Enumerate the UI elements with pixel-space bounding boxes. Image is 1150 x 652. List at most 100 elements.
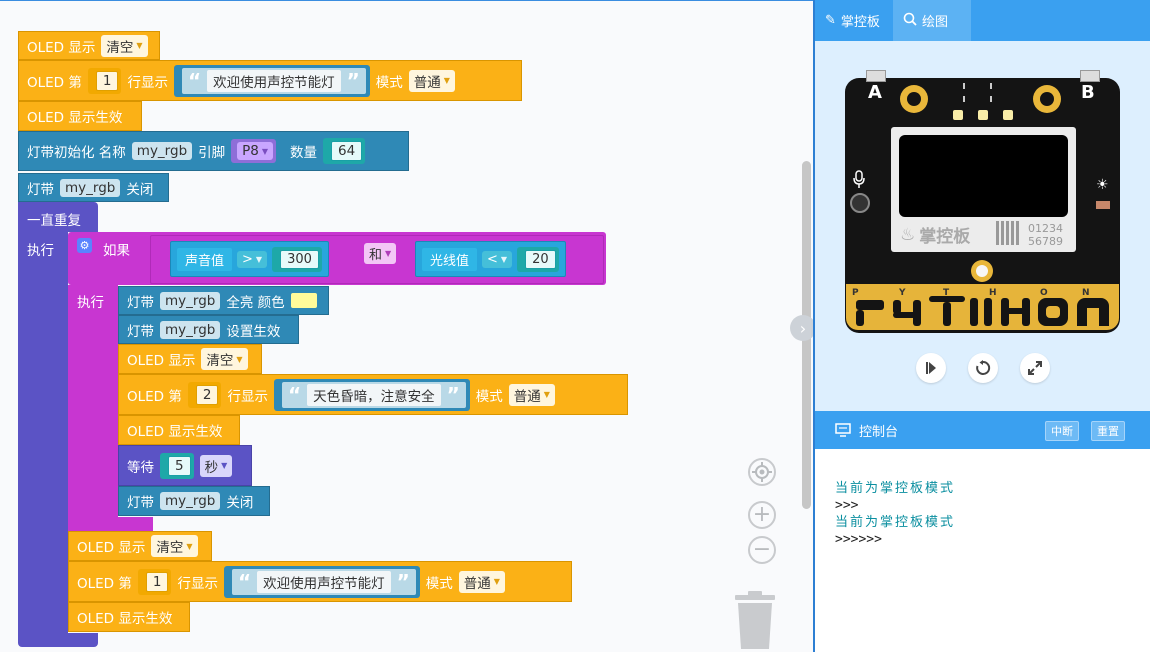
block-label: 模式	[375, 74, 403, 91]
oled-apply-block[interactable]: OLED 显示生效	[118, 415, 240, 445]
recenter-icon[interactable]	[748, 458, 776, 486]
play-button[interactable]	[916, 353, 946, 383]
forever-label: 一直重复	[27, 213, 81, 229]
clear-dropdown[interactable]: 清空 ▼	[201, 348, 248, 370]
strip-init-block[interactable]: 灯带初始化 名称 my_rgb 引脚 P8 ▼ 数量 64	[18, 131, 409, 171]
if-label: 如果	[103, 243, 130, 259]
qr-icon	[996, 221, 1020, 245]
time-unit-dropdown[interactable]: 秒 ▼	[199, 454, 233, 477]
microphone-sensor	[850, 193, 870, 213]
block-label: OLED 显示	[27, 39, 96, 56]
console-icon	[835, 423, 851, 437]
light-threshold-field[interactable]: 20	[525, 249, 556, 269]
board-serial: 01234 56789	[1028, 222, 1063, 248]
button-a-housing	[866, 70, 886, 82]
button-b-housing	[1080, 70, 1100, 82]
button-a[interactable]: A	[868, 82, 882, 103]
restart-button[interactable]	[968, 353, 998, 383]
touch-pad-right[interactable]	[1033, 85, 1061, 113]
console-line: 当前为掌控板模式	[835, 481, 956, 496]
pin-dropdown[interactable]: P8 ▼	[237, 142, 274, 160]
compare-operator-dropdown[interactable]: < ▼	[482, 250, 513, 268]
text-string-block[interactable]: “ 欢迎使用声控节能灯 ”	[181, 67, 366, 94]
wait-block[interactable]: 等待 5 秒 ▼	[118, 445, 252, 486]
row-number-field[interactable]: 2	[195, 384, 219, 405]
if-block-body	[68, 285, 118, 531]
strip-apply-block[interactable]: 灯带 my_rgb 设置生效	[118, 315, 299, 344]
reset-button[interactable]	[976, 265, 988, 277]
python-letter: O	[1040, 288, 1048, 298]
trash-icon[interactable]	[735, 591, 775, 651]
rgb-led	[953, 110, 963, 120]
forever-loop-body	[18, 232, 68, 637]
light-compare-block[interactable]: 光线值 < ▼ 20	[415, 241, 566, 277]
python-letter: T	[943, 288, 950, 298]
reset-console-button[interactable]: 重置	[1091, 421, 1125, 441]
search-icon	[903, 12, 917, 30]
text-field[interactable]: 欢迎使用声控节能灯	[257, 570, 391, 593]
oled-clear-block[interactable]: OLED 显示 清空 ▼	[68, 531, 212, 561]
sound-threshold-field[interactable]: 300	[280, 249, 319, 269]
interrupt-button[interactable]: 中断	[1045, 421, 1079, 441]
zoom-out-icon[interactable]: −	[748, 536, 776, 564]
oled-clear-block[interactable]: OLED 显示 清空 ▼	[118, 344, 262, 374]
text-field[interactable]: 天色昏暗，注意安全	[307, 383, 441, 406]
color-picker[interactable]	[290, 293, 317, 308]
clear-dropdown[interactable]: 清空 ▼	[151, 535, 198, 557]
oled-screen	[899, 135, 1068, 217]
chevron-right-icon[interactable]: ›	[790, 315, 815, 341]
oled-row-text-block[interactable]: OLED 第 2 行显示 “ 天色昏暗，注意安全 ” 模式 普通 ▼	[118, 374, 628, 415]
console-line: >>>>>>	[835, 532, 882, 547]
oled-row-text-block[interactable]: OLED 第 1 行显示 “ 欢迎使用声控节能灯 ” 模式 普通 ▼	[18, 60, 522, 101]
button-b[interactable]: B	[1081, 82, 1095, 103]
logic-operator-dropdown[interactable]: 和 ▼	[364, 243, 397, 264]
tab-draw[interactable]: 绘图	[893, 0, 971, 41]
strip-color-block[interactable]: 灯带 my_rgb 全亮 颜色	[118, 286, 329, 315]
touch-pad-left[interactable]	[900, 85, 928, 113]
oled-clear-block[interactable]: OLED 显示 清空 ▼	[18, 31, 160, 60]
block-label: OLED 第	[27, 74, 82, 91]
block-workspace[interactable]: OLED 显示 清空 ▼ OLED 第 1 行显示 “ 欢迎使用声控节能灯 ” 模…	[0, 0, 815, 652]
rgb-led	[1003, 110, 1013, 120]
clear-dropdown[interactable]: 清空 ▼	[101, 34, 148, 57]
variable-field[interactable]: my_rgb	[131, 142, 193, 160]
wait-seconds-field[interactable]: 5	[168, 455, 191, 476]
oled-row-text-block[interactable]: OLED 第 1 行显示 “ 欢迎使用声控节能灯 ” 模式 普通 ▼	[68, 561, 572, 602]
python-letter: N	[1082, 288, 1090, 298]
mode-dropdown[interactable]: 普通 ▼	[408, 69, 455, 92]
variable-field[interactable]: my_rgb	[160, 492, 221, 510]
panel-tabs: ✎ 掌控板 绘图	[815, 0, 1150, 41]
variable-field[interactable]: my_rgb	[160, 291, 221, 310]
compare-operator-dropdown[interactable]: > ▼	[237, 250, 268, 268]
forever-loop-footer	[18, 633, 98, 647]
do-label: 执行	[77, 295, 104, 311]
light-sensor-block[interactable]: 光线值	[422, 247, 478, 271]
light-sensor	[1096, 201, 1110, 209]
block-label: 行显示	[127, 74, 168, 91]
sound-compare-block[interactable]: 声音值 > ▼ 300	[170, 241, 329, 277]
text-string-block[interactable]: “ 天色昏暗，注意安全 ”	[281, 381, 466, 408]
zoom-in-icon[interactable]: +	[748, 501, 776, 529]
sound-sensor-block[interactable]: 声音值	[177, 247, 233, 271]
if-block-footer	[68, 517, 153, 531]
strip-off-block[interactable]: 灯带 my_rgb 关闭	[118, 486, 270, 516]
oled-apply-block[interactable]: OLED 显示生效	[68, 602, 190, 632]
console-output[interactable]: 当前为掌控板模式 >>> 当前为掌控板模式 >>>>>>	[835, 480, 1135, 548]
text-field[interactable]: 欢迎使用声控节能灯	[207, 69, 341, 92]
count-field[interactable]: 64	[331, 141, 363, 161]
variable-field[interactable]: my_rgb	[160, 320, 221, 339]
mode-dropdown[interactable]: 普通 ▼	[458, 570, 505, 593]
oled-apply-block[interactable]: OLED 显示生效	[18, 101, 142, 131]
python-letter: P	[852, 288, 859, 298]
strip-off-block[interactable]: 灯带 my_rgb 关闭	[18, 173, 169, 202]
console-line: >>>	[835, 498, 859, 513]
row-number-field[interactable]: 1	[145, 571, 169, 592]
text-string-block[interactable]: “ 欢迎使用声控节能灯 ”	[231, 568, 416, 595]
gear-icon[interactable]: ⚙	[77, 238, 92, 253]
variable-field[interactable]: my_rgb	[60, 178, 121, 197]
do-label: 执行	[27, 243, 54, 259]
mode-dropdown[interactable]: 普通 ▼	[508, 383, 555, 406]
tab-board[interactable]: ✎ 掌控板	[815, 0, 893, 41]
row-number-field[interactable]: 1	[95, 70, 119, 91]
fullscreen-button[interactable]	[1020, 353, 1050, 383]
